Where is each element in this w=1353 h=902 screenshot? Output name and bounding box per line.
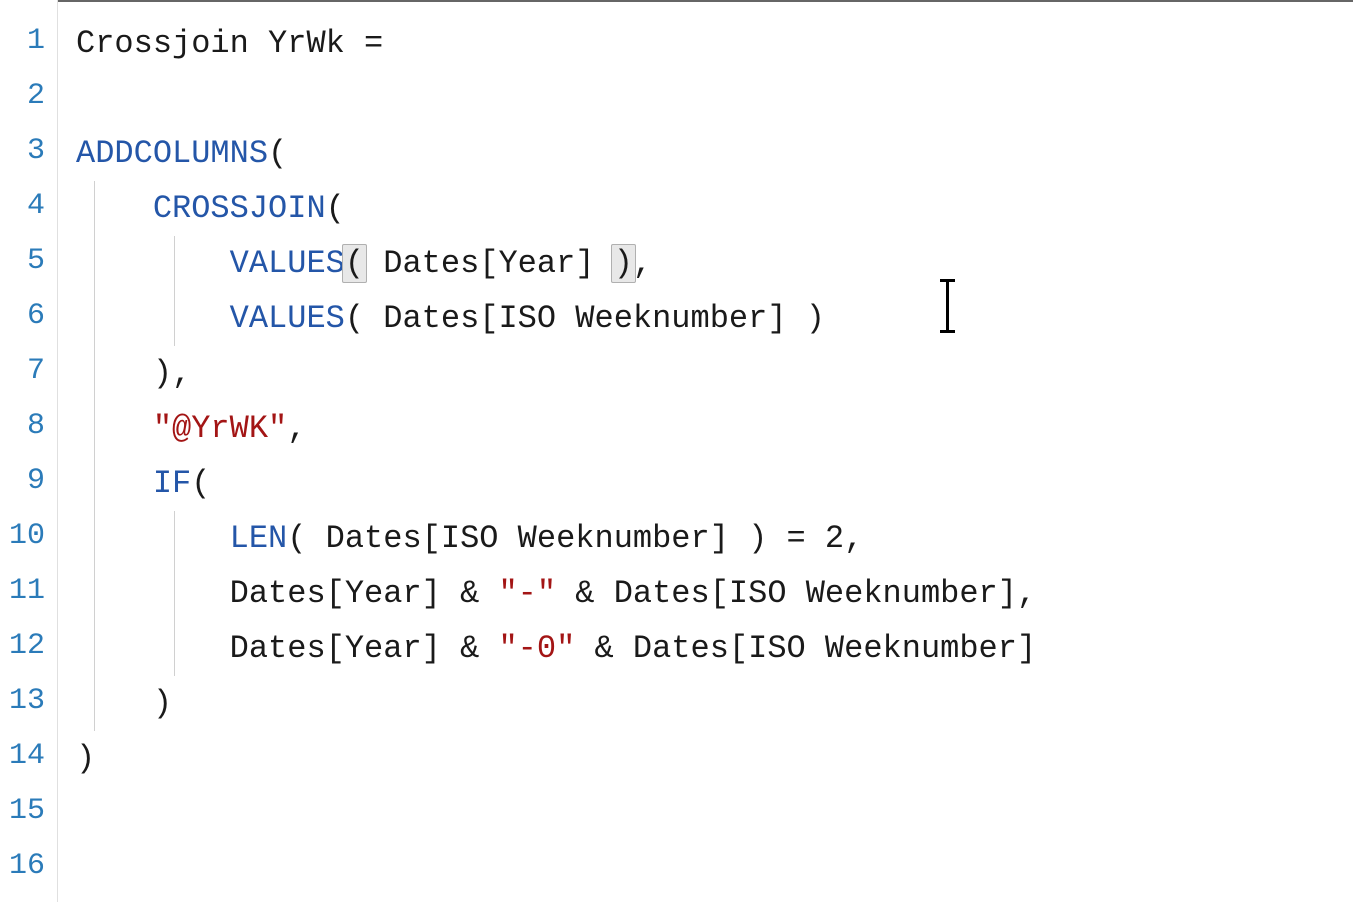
- indent-guide: [94, 566, 174, 621]
- code-line[interactable]: [76, 841, 1353, 896]
- line-number: 2: [0, 69, 57, 124]
- code-line[interactable]: "@YrWK",: [76, 401, 1353, 456]
- code-editor[interactable]: Crossjoin YrWk = ADDCOLUMNS( CROSSJOIN( …: [58, 0, 1353, 902]
- code-line[interactable]: Dates[Year] & "-" & Dates[ISO Weeknumber…: [76, 566, 1353, 621]
- line-number: 3: [0, 124, 57, 179]
- indent-guide: [94, 236, 174, 291]
- code-line[interactable]: ADDCOLUMNS(: [76, 126, 1353, 181]
- line-number-gutter: 1 2 3 4 5 6 7 8 9 10 11 12 13 14 15 16: [0, 0, 58, 902]
- code-line[interactable]: VALUES( Dates[Year] ),: [76, 236, 1353, 291]
- line-number: 13: [0, 674, 57, 729]
- line-number: 8: [0, 399, 57, 454]
- line-number: 7: [0, 344, 57, 399]
- dax-function: ADDCOLUMNS: [76, 135, 268, 172]
- string-literal: "-": [498, 575, 556, 612]
- code-line[interactable]: CROSSJOIN(: [76, 181, 1353, 236]
- code-line[interactable]: VALUES( Dates[ISO Weeknumber] ): [76, 291, 1353, 346]
- indent-guide: [94, 346, 174, 401]
- line-number: 5: [0, 234, 57, 289]
- line-number: 11: [0, 564, 57, 619]
- code-line[interactable]: ): [76, 676, 1353, 731]
- dax-function: CROSSJOIN: [153, 190, 326, 227]
- code-line[interactable]: ),: [76, 346, 1353, 401]
- indent-guide: [94, 511, 174, 566]
- measure-name: Crossjoin YrWk =: [76, 25, 383, 62]
- indent-guide: [174, 511, 254, 566]
- code-line[interactable]: IF(: [76, 456, 1353, 511]
- indent-guide: [174, 566, 254, 621]
- code-line[interactable]: Crossjoin YrWk =: [76, 16, 1353, 71]
- code-line[interactable]: [76, 786, 1353, 841]
- code-line[interactable]: Dates[Year] & "-0" & Dates[ISO Weeknumbe…: [76, 621, 1353, 676]
- indent-guide: [94, 401, 174, 456]
- line-number: 4: [0, 179, 57, 234]
- code-line[interactable]: LEN( Dates[ISO Weeknumber] ) = 2,: [76, 511, 1353, 566]
- code-line[interactable]: [76, 71, 1353, 126]
- indent-guide: [94, 676, 174, 731]
- indent-guide: [94, 291, 174, 346]
- line-number: 1: [0, 14, 57, 69]
- line-number: 16: [0, 839, 57, 894]
- line-number: 6: [0, 289, 57, 344]
- line-number: 12: [0, 619, 57, 674]
- indent-guide: [94, 621, 174, 676]
- line-number: 15: [0, 784, 57, 839]
- line-number: 9: [0, 454, 57, 509]
- code-line[interactable]: ): [76, 731, 1353, 786]
- string-literal: "-0": [498, 630, 575, 667]
- line-number: 14: [0, 729, 57, 784]
- indent-guide: [94, 456, 174, 511]
- indent-guide: [94, 181, 174, 236]
- indent-guide: [174, 291, 254, 346]
- indent-guide: [174, 236, 254, 291]
- indent-guide: [174, 621, 254, 676]
- line-number: 10: [0, 509, 57, 564]
